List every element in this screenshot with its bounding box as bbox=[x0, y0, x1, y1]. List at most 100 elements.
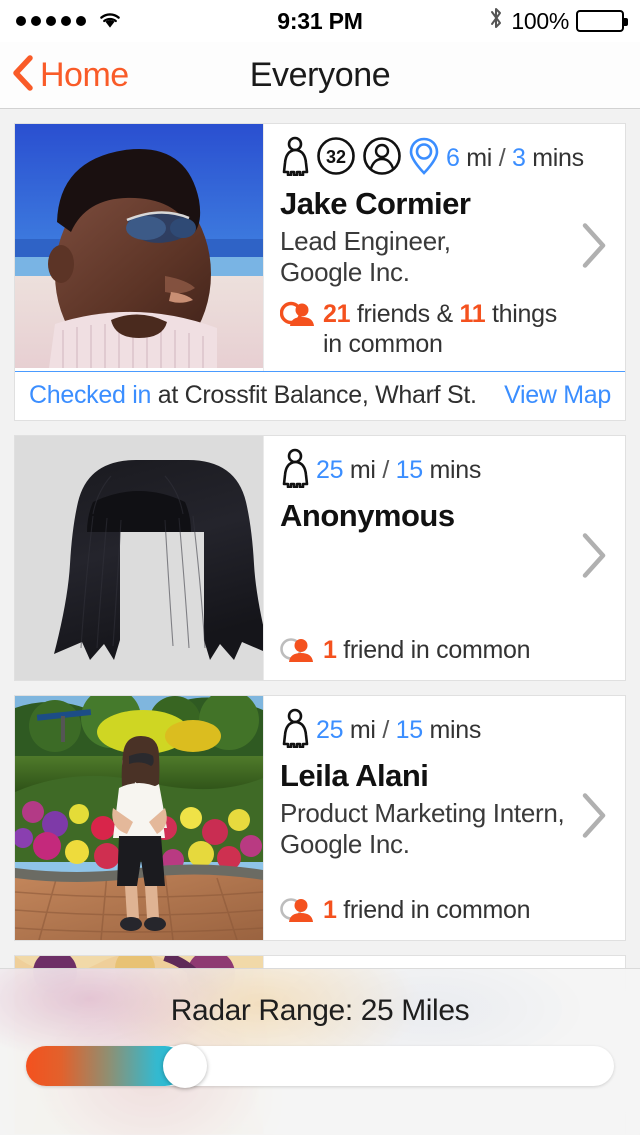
checkin-highlight: Checked in bbox=[29, 381, 152, 410]
common-suffix: in common bbox=[323, 330, 443, 359]
common-info-text: 1 friend in common bbox=[323, 635, 531, 665]
age-badge: 32 bbox=[316, 136, 356, 181]
person-meta-row: 25 mi / 15 mins bbox=[280, 448, 609, 493]
distance-unit: mi bbox=[349, 455, 376, 484]
checkin-text: Checked in at Crossfit Balance, Wharf St… bbox=[29, 381, 477, 410]
distance-duration: 25 mi / 15 mins bbox=[316, 456, 481, 485]
distance-value: 25 bbox=[316, 455, 344, 484]
duration-unit: mins bbox=[429, 455, 482, 484]
chevron-right-icon[interactable] bbox=[577, 219, 611, 276]
chevron-right-icon[interactable] bbox=[577, 790, 611, 847]
radar-range-label: Radar Range: 25 Miles bbox=[170, 994, 470, 1027]
person-photo bbox=[15, 436, 263, 681]
common-suffix: friend in common bbox=[343, 896, 531, 925]
person-meta-row: 32 6 mi / 3 mins bbox=[280, 136, 609, 181]
meta-separator: / bbox=[498, 143, 506, 172]
person-job-line-2: Google Inc. bbox=[280, 829, 410, 860]
common-info-text: 1 friend in common bbox=[323, 895, 531, 925]
female-figure-icon bbox=[280, 708, 310, 753]
signal-dot bbox=[31, 16, 41, 26]
ampersand: & bbox=[436, 300, 453, 329]
app-screen: 9:31 PM 100% Home Everyone 32 6 mi / 3 m… bbox=[0, 0, 640, 1135]
battery-icon bbox=[576, 10, 628, 32]
duration-value: 3 bbox=[512, 143, 526, 172]
signal-strength-dots bbox=[16, 16, 86, 26]
friends-count: 1 bbox=[323, 636, 337, 665]
back-button[interactable]: Home bbox=[10, 54, 129, 97]
duration-value: 15 bbox=[395, 455, 424, 484]
person-photo bbox=[15, 696, 263, 941]
duration-unit: mins bbox=[532, 143, 584, 172]
friends-count: 21 bbox=[323, 300, 351, 329]
common-info-row: 21 friends & 11 things in common bbox=[279, 289, 609, 359]
status-bar: 9:31 PM 100% bbox=[0, 0, 640, 42]
person-details: 25 mi / 15 mins Leila Alani Product Mark… bbox=[263, 696, 625, 941]
signal-dot bbox=[46, 16, 56, 26]
checkin-bar[interactable]: Checked in at Crossfit Balance, Wharf St… bbox=[15, 371, 625, 421]
distance-unit: mi bbox=[349, 715, 376, 744]
friends-outline-icon bbox=[280, 897, 314, 928]
person-card-main[interactable]: 25 mi / 15 mins Anonymous 1 friend in co… bbox=[15, 436, 625, 681]
meta-separator: / bbox=[382, 455, 389, 484]
distance-value: 6 bbox=[446, 143, 460, 172]
distance-duration: 25 mi / 15 mins bbox=[316, 716, 481, 745]
common-info-row: 1 friend in common bbox=[280, 625, 609, 668]
person-card-main[interactable]: 25 mi / 15 mins Leila Alani Product Mark… bbox=[15, 696, 625, 941]
status-bar-right: 100% bbox=[363, 5, 628, 37]
person-job-line-1: Product Marketing Intern, bbox=[280, 797, 565, 828]
status-bar-left bbox=[16, 8, 277, 35]
friends-filled-icon bbox=[279, 301, 314, 332]
view-map-link[interactable]: View Map bbox=[504, 381, 611, 410]
person-card[interactable]: 25 mi / 15 mins Anonymous 1 friend in co… bbox=[14, 435, 626, 682]
signal-dot bbox=[76, 16, 86, 26]
person-job-title: Lead Engineer, Google Inc. bbox=[280, 226, 609, 289]
person-name: Jake Cormier bbox=[280, 186, 471, 221]
distance-value: 25 bbox=[316, 715, 344, 744]
friends-count: 1 bbox=[323, 896, 337, 925]
slider-thumb[interactable] bbox=[162, 1044, 207, 1088]
female-figure-icon bbox=[280, 136, 310, 181]
common-info-row: 1 friend in common bbox=[280, 885, 609, 928]
common-info-text: 21 friends & 11 things in common bbox=[323, 299, 557, 359]
person-meta-row: 25 mi / 15 mins bbox=[280, 708, 609, 753]
person-card[interactable]: 25 mi / 15 mins Leila Alani Product Mark… bbox=[14, 695, 626, 942]
radar-range-panel: Radar Range: 25 Miles bbox=[0, 968, 640, 1135]
common-suffix: friend in common bbox=[343, 636, 531, 665]
person-card-main[interactable]: 32 6 mi / 3 mins Jake Cormier Lead Engin… bbox=[15, 124, 625, 372]
slider-fill bbox=[26, 1046, 185, 1086]
chevron-left-icon bbox=[10, 54, 34, 97]
friends-outline-icon bbox=[280, 637, 314, 668]
person-card[interactable]: 32 6 mi / 3 mins Jake Cormier Lead Engin… bbox=[14, 123, 626, 422]
bluetooth-icon bbox=[488, 5, 504, 37]
svg-text:32: 32 bbox=[326, 147, 346, 167]
battery-percentage: 100% bbox=[511, 7, 569, 34]
female-figure-icon bbox=[280, 448, 310, 493]
meta-separator: / bbox=[382, 715, 389, 744]
status-bar-time: 9:31 PM bbox=[277, 7, 363, 34]
back-button-label: Home bbox=[40, 55, 129, 94]
chevron-right-icon[interactable] bbox=[577, 530, 611, 587]
person-details: 25 mi / 15 mins Anonymous 1 friend in co… bbox=[263, 436, 625, 681]
avatar-circle-icon bbox=[362, 136, 402, 181]
wifi-icon bbox=[97, 8, 123, 35]
navigation-bar: Home Everyone bbox=[0, 42, 640, 109]
checkin-location: at Crossfit Balance, Wharf St. bbox=[151, 381, 477, 410]
person-name: Anonymous bbox=[280, 498, 455, 534]
friends-word: friends bbox=[356, 300, 430, 329]
person-job-line-2: Google Inc. bbox=[280, 257, 410, 288]
things-word: things bbox=[492, 300, 557, 329]
person-name: Leila Alani bbox=[280, 758, 429, 794]
distance-unit: mi bbox=[466, 143, 493, 172]
duration-value: 15 bbox=[395, 715, 424, 744]
distance-duration: 6 mi / 3 mins bbox=[446, 144, 584, 173]
duration-unit: mins bbox=[429, 715, 482, 744]
person-job-title: Product Marketing Intern, Google Inc. bbox=[280, 798, 609, 861]
signal-dot bbox=[16, 16, 26, 26]
signal-dot bbox=[61, 16, 71, 26]
person-job-line-1: Lead Engineer, bbox=[280, 225, 451, 256]
person-photo bbox=[15, 124, 263, 368]
things-count: 11 bbox=[459, 300, 486, 329]
person-details: 32 6 mi / 3 mins Jake Cormier Lead Engin… bbox=[263, 124, 625, 372]
radar-range-slider[interactable] bbox=[26, 1044, 614, 1088]
map-pin-icon bbox=[408, 136, 440, 181]
